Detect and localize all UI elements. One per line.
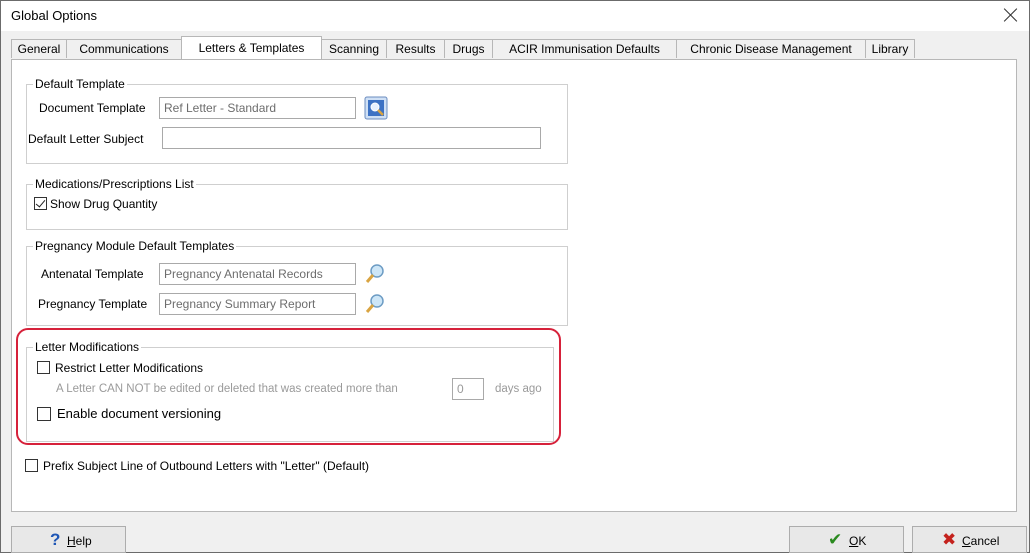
group-title: Default Template xyxy=(33,77,127,91)
tab-drugs[interactable]: Drugs xyxy=(444,39,493,58)
tab-library[interactable]: Library xyxy=(865,39,915,58)
cancel-label: Cancel xyxy=(962,534,1000,548)
help-label: Help xyxy=(67,534,92,548)
cancel-x-icon: ✖ xyxy=(942,530,957,549)
title-bar: Global Options xyxy=(1,1,1029,31)
group-title: Medications/Prescriptions List xyxy=(33,177,196,191)
enable-versioning-label[interactable]: Enable document versioning xyxy=(57,406,221,421)
restrict-letter-modifications-label[interactable]: Restrict Letter Modifications xyxy=(55,361,203,375)
default-subject-field[interactable] xyxy=(162,127,541,149)
tab-general[interactable]: General xyxy=(11,39,67,58)
ok-label: OK xyxy=(849,534,867,548)
help-icon: ? xyxy=(50,530,61,549)
prefix-subject-label[interactable]: Prefix Subject Line of Outbound Letters … xyxy=(43,459,369,473)
window-title: Global Options xyxy=(11,8,97,23)
close-icon[interactable] xyxy=(1003,7,1019,23)
days-ago-label: days ago xyxy=(495,383,542,395)
enable-versioning-checkbox[interactable] xyxy=(37,407,51,421)
tab-results[interactable]: Results xyxy=(386,39,445,58)
show-drug-quantity-label[interactable]: Show Drug Quantity xyxy=(50,197,157,211)
group-title: Letter Modifications xyxy=(33,340,142,354)
pregnancy-template-field[interactable]: Pregnancy Summary Report xyxy=(159,293,356,315)
tab-panel-letters-templates: Default Template Document Template Ref L… xyxy=(11,59,1017,512)
tab-letters-templates[interactable]: Letters & Templates xyxy=(181,36,322,59)
default-template-group: Default Template xyxy=(26,77,568,164)
default-subject-label: Default Letter Subject xyxy=(28,132,144,146)
group-title: Pregnancy Module Default Templates xyxy=(33,239,237,253)
pregnancy-template-label: Pregnancy Template xyxy=(38,297,148,311)
antenatal-template-label: Antenatal Template xyxy=(41,267,144,281)
antenatal-search-icon[interactable] xyxy=(364,262,388,286)
global-options-dialog: Global Options General Communications Le… xyxy=(0,0,1030,553)
document-template-label: Document Template xyxy=(39,101,146,115)
ok-button[interactable]: ✔ OK xyxy=(789,526,904,553)
restrict-letter-modifications-checkbox[interactable] xyxy=(37,361,50,374)
days-field[interactable]: 0 xyxy=(452,378,484,400)
tab-chronic-disease-management[interactable]: Chronic Disease Management xyxy=(676,39,866,58)
prefix-subject-checkbox[interactable] xyxy=(25,459,38,472)
tab-scanning[interactable]: Scanning xyxy=(321,39,387,58)
tab-acir-immunisation-defaults[interactable]: ACIR Immunisation Defaults xyxy=(492,39,677,58)
help-button[interactable]: ? Help xyxy=(11,526,126,553)
tab-communications[interactable]: Communications xyxy=(66,39,182,58)
pregnancy-search-icon[interactable] xyxy=(364,292,388,316)
cancel-button[interactable]: ✖ Cancel xyxy=(912,526,1027,553)
template-browse-icon[interactable] xyxy=(364,96,388,120)
checkmark-icon: ✔ xyxy=(828,530,843,549)
restrict-description: A Letter CAN NOT be edited or deleted th… xyxy=(56,383,398,395)
antenatal-template-field[interactable]: Pregnancy Antenatal Records xyxy=(159,263,356,285)
show-drug-quantity-checkbox[interactable] xyxy=(34,197,47,210)
document-template-field[interactable]: Ref Letter - Standard xyxy=(159,97,356,119)
